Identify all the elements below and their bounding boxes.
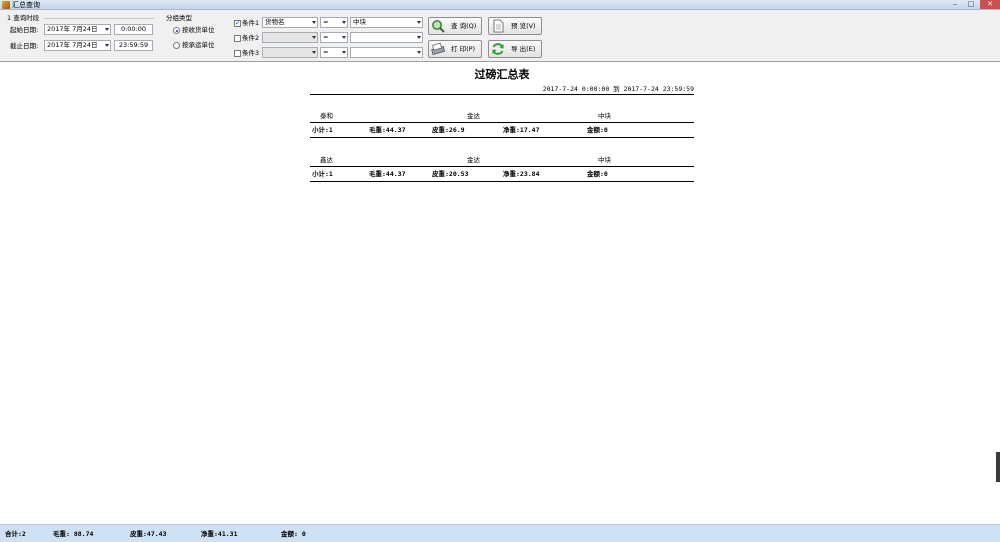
chevron-down-icon [342,51,346,54]
magnifier-icon [432,20,445,33]
group1-gross: 毛重:44.37 [369,126,406,134]
start-date-picker[interactable]: 2017年 7月24日 [44,24,111,35]
totals-status-bar: 合计:2 毛重: 88.74 皮重:47.43 净重:41.31 金额: 0 [0,524,1000,542]
group1-subtotal: 小计:1 [312,126,333,134]
condition1-field-value: 货物名 [265,18,285,26]
chevron-down-icon [312,21,316,24]
radio-by-consignee[interactable] [173,27,180,34]
scrollbar-thumb[interactable] [996,452,1000,482]
condition2-operator-value: = [323,33,329,41]
condition1-operator-select[interactable]: = [320,17,348,28]
start-date-label: 起始日期: [10,26,39,34]
print-button[interactable]: 打 印(P) [428,40,482,58]
group2-subtotal: 小计:1 [312,170,333,178]
document-icon [493,19,504,33]
end-time-field[interactable]: 23:59:59 [114,40,153,51]
chevron-down-icon [342,36,346,39]
chevron-down-icon [417,36,421,39]
condition2-field-select[interactable] [262,32,318,43]
print-button-label: 打 印(P) [451,45,476,53]
condition1-checkbox[interactable] [234,19,241,27]
header-rule [310,94,694,95]
close-button[interactable]: ✕ [980,0,1000,9]
chevron-down-icon [417,51,421,54]
condition3-operator-value: = [323,48,329,56]
total-count: 合计:2 [5,530,26,538]
group1-goods: 中块 [598,112,611,120]
group1-carrier: 金达 [467,112,480,120]
group1-amount: 金额:0 [587,126,608,134]
group1-consignee: 泰和 [320,112,333,120]
group2-net: 净重:23.84 [503,170,540,178]
condition3-operator-select[interactable]: = [320,47,348,58]
total-gross: 毛重: 88.74 [53,530,94,538]
group1-rule [310,122,694,123]
total-amount: 金额: 0 [281,530,306,538]
condition3-field-select[interactable] [262,47,318,58]
group2-tare: 皮重:20.53 [432,170,469,178]
chevron-down-icon [312,51,316,54]
preview-button[interactable]: 预 览(V) [488,17,542,35]
condition2-value-select[interactable] [350,32,423,43]
maximize-button[interactable]: □ [964,0,978,9]
chevron-down-icon [417,21,421,24]
group1-tare: 皮重:26.9 [432,126,465,134]
condition3-value-select[interactable] [350,47,423,58]
query-toolbar: 1 查询时段 起始日期: 2017年 7月24日 0:00:00 截止日期: 2… [0,10,1000,62]
chevron-down-icon [105,28,109,31]
condition3-label: 条件3 [242,49,260,57]
group-type-label: 分组类型 [166,14,192,22]
group1-net: 净重:17.47 [503,126,540,134]
chevron-down-icon [312,36,316,39]
condition2-checkbox[interactable] [234,35,241,42]
refresh-icon [492,43,504,55]
end-date-value: 2017年 7月24日 [47,41,98,49]
query-period-group-label: 1 查询时段 [7,14,40,22]
group2-amount: 金额:0 [587,170,608,178]
group1-bottom-rule [310,137,694,138]
printer-icon [431,42,445,55]
condition1-operator-value: = [323,18,329,26]
report-date-range: 2017-7-24 0:00:00 到 2017-7-24 23:59:59 [542,85,694,93]
title-bar: 汇总查询 – □ ✕ [0,0,1000,10]
group2-gross: 毛重:44.37 [369,170,406,178]
minimize-button[interactable]: – [948,0,962,9]
export-button[interactable]: 导 出(E) [488,40,542,58]
report-title: 过磅汇总表 [474,68,530,81]
group2-rule [310,166,694,167]
end-date-picker[interactable]: 2017年 7月24日 [44,40,111,51]
radio-by-carrier[interactable] [173,42,180,49]
end-date-label: 截止日期: [10,42,39,50]
window-title: 汇总查询 [12,1,40,9]
condition2-label: 条件2 [242,34,260,42]
start-date-value: 2017年 7月24日 [47,25,98,33]
group2-carrier: 金达 [467,156,480,164]
condition2-operator-select[interactable]: = [320,32,348,43]
total-net: 净重:41.31 [201,530,238,538]
app-icon [2,1,10,9]
condition1-value-select[interactable]: 中块 [350,17,423,28]
total-tare: 皮重:47.43 [130,530,167,538]
radio-by-consignee-label[interactable]: 按收货单位 [182,26,215,34]
group2-goods: 中块 [598,156,611,164]
group2-consignee: 鑫达 [320,156,333,164]
query-button-label: 查 询(Q) [451,22,477,30]
query-button[interactable]: 查 询(Q) [428,17,482,35]
group2-bottom-rule [310,181,694,182]
condition1-label: 条件1 [242,19,260,27]
condition1-value-text: 中块 [353,18,366,26]
preview-button-label: 预 览(V) [511,22,536,30]
group-divider [44,18,154,19]
chevron-down-icon [105,44,109,47]
radio-by-carrier-label[interactable]: 按承运单位 [182,41,215,49]
start-time-field[interactable]: 0:00:00 [114,24,153,35]
condition3-checkbox[interactable] [234,50,241,57]
chevron-down-icon [342,21,346,24]
condition1-field-select[interactable]: 货物名 [262,17,318,28]
export-button-label: 导 出(E) [511,45,536,53]
